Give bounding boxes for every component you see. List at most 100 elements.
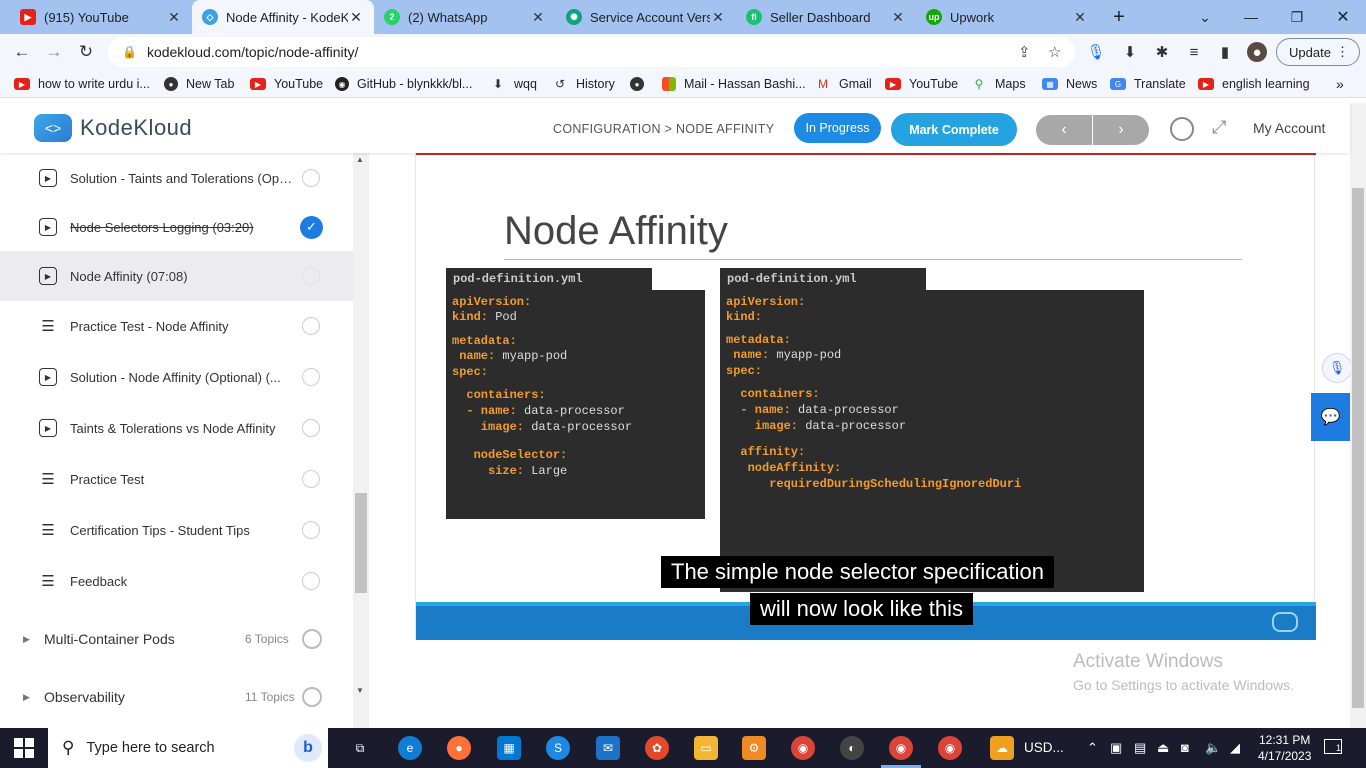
mark-complete-button[interactable]: Mark Complete xyxy=(891,113,1017,146)
profile-avatar[interactable]: ● xyxy=(1247,42,1267,62)
lesson-item[interactable]: ▶ Solution - Node Affinity (Optional) (.… xyxy=(0,352,353,402)
settings-app-icon[interactable]: ⚙ xyxy=(742,736,766,760)
previous-lesson-button[interactable]: ‹ xyxy=(1036,115,1092,145)
puzzle-icon[interactable]: ✱ xyxy=(1152,42,1172,62)
close-icon[interactable]: ✕ xyxy=(710,9,726,26)
back-icon[interactable]: ← xyxy=(8,39,36,65)
firefox-icon[interactable]: ● xyxy=(447,736,471,760)
volume-icon[interactable]: 🔈 xyxy=(1205,740,1221,756)
page-scrollbar[interactable] xyxy=(1350,103,1366,728)
incomplete-circle-icon[interactable] xyxy=(302,572,320,590)
completed-check-icon[interactable]: ✓ xyxy=(300,215,323,239)
kodekloud-logo[interactable]: <> KodeKloud xyxy=(34,114,192,142)
weather-label[interactable]: USD... xyxy=(1024,740,1064,755)
store-icon[interactable]: ▦ xyxy=(497,736,521,760)
bookmark[interactable]: ● New Tab xyxy=(164,76,234,92)
side-panel-icon[interactable]: ▮ xyxy=(1215,42,1235,62)
microphone-icon[interactable]: 🎙 xyxy=(1086,42,1106,62)
bookmark[interactable]: ▶ YouTube xyxy=(250,76,323,92)
voice-assistant-icon[interactable]: 🎙 xyxy=(1322,353,1352,383)
chevron-up-icon[interactable]: ⌃ xyxy=(1087,740,1098,756)
tab-whatsapp[interactable]: 2 (2) WhatsApp ✕ xyxy=(374,0,556,34)
sidebar-scrollbar[interactable]: ▲ ▼ xyxy=(353,153,369,728)
bookmark[interactable]: ⬇ wqq xyxy=(490,76,537,92)
bookmark[interactable]: ● xyxy=(630,76,652,92)
chrome-icon[interactable]: ◉ xyxy=(791,736,815,760)
incomplete-circle-icon[interactable] xyxy=(302,470,320,488)
lesson-item-current[interactable]: ▶ Node Affinity (07:08) xyxy=(0,251,353,301)
close-icon[interactable]: ✕ xyxy=(530,9,546,26)
bookmark[interactable]: ↺ History xyxy=(552,76,615,92)
scroll-thumb[interactable] xyxy=(355,493,367,593)
section-observability[interactable]: ▶ Observability 11 Topics xyxy=(0,677,353,717)
tab-youtube[interactable]: ▶ (915) YouTube ✕ xyxy=(10,0,192,34)
bing-icon[interactable]: b xyxy=(294,734,322,762)
lesson-item[interactable]: ▶ Taints & Tolerations vs Node Affinity xyxy=(0,403,353,453)
lesson-item[interactable]: ☰ Practice Test - Node Affinity xyxy=(0,301,353,351)
obs-icon[interactable]: ◐ xyxy=(840,736,864,760)
bookmark[interactable]: Mail - Hassan Bashi... xyxy=(662,76,806,92)
forward-icon[interactable]: → xyxy=(40,39,68,65)
weather-icon[interactable]: ☁ xyxy=(990,736,1014,760)
window-close-icon[interactable]: ✕ xyxy=(1320,0,1366,34)
download-extension-icon[interactable]: ⬇ xyxy=(1120,42,1140,62)
bookmark[interactable]: ▦ News xyxy=(1042,76,1097,92)
next-lesson-button[interactable]: › xyxy=(1093,115,1149,145)
taskbar-search[interactable]: ⚲ Type here to search b xyxy=(48,728,328,768)
incomplete-circle-icon[interactable] xyxy=(302,521,320,539)
tab-seller-dashboard[interactable]: fi Seller Dashboard ✕ xyxy=(736,0,916,34)
update-button[interactable]: Update ⋮ xyxy=(1276,38,1360,66)
scroll-up-icon[interactable]: ▲ xyxy=(356,155,364,164)
bookmark[interactable]: ⚲ Maps xyxy=(971,76,1026,92)
app-icon[interactable]: ✿ xyxy=(645,736,669,760)
close-icon[interactable]: ✕ xyxy=(1072,9,1088,26)
task-view-icon[interactable]: ⧉ xyxy=(348,736,372,760)
incomplete-circle-icon[interactable] xyxy=(302,368,320,386)
bookmark[interactable]: ◉ GitHub - blynkkk/bl... xyxy=(335,76,472,92)
new-tab-icon[interactable]: + xyxy=(1098,0,1140,34)
lesson-item[interactable]: ▶ Solution - Taints and Tolerations (Opt… xyxy=(0,153,353,203)
scroll-down-icon[interactable]: ▼ xyxy=(356,686,364,695)
incomplete-circle-icon[interactable] xyxy=(302,267,320,285)
display-icon[interactable]: ▤ xyxy=(1134,740,1146,756)
lesson-item[interactable]: ☰ Certification Tips - Student Tips xyxy=(0,505,353,555)
edge-icon[interactable]: e xyxy=(398,736,422,760)
bookmark[interactable]: ▶ YouTube xyxy=(885,76,958,92)
video-player[interactable]: Node Affinity pod-definition.yml apiVers… xyxy=(415,153,1316,640)
close-icon[interactable]: ✕ xyxy=(890,9,906,26)
my-account-link[interactable]: My Account xyxy=(1253,120,1325,136)
section-multi-container-pods[interactable]: ▶ Multi-Container Pods 6 Topics xyxy=(0,619,353,659)
lesson-item[interactable]: ☰ Practice Test xyxy=(0,454,353,504)
incomplete-circle-icon[interactable] xyxy=(302,169,320,187)
bookmark[interactable]: G Translate xyxy=(1110,76,1186,92)
dark-mode-icon[interactable] xyxy=(1170,117,1194,141)
mail-icon[interactable]: ✉ xyxy=(596,736,620,760)
incomplete-circle-icon[interactable] xyxy=(302,317,320,335)
lesson-item[interactable]: ☰ Feedback xyxy=(0,556,353,606)
expand-icon[interactable]: ⤢ xyxy=(1212,117,1226,138)
network-adapter-icon[interactable]: ▣ xyxy=(1110,740,1122,756)
incomplete-circle-icon[interactable] xyxy=(302,687,322,707)
share-icon[interactable]: ⇪ xyxy=(1018,43,1031,61)
page-scroll-thumb[interactable] xyxy=(1352,188,1364,708)
maximize-icon[interactable]: ❐ xyxy=(1274,0,1320,34)
address-bar[interactable]: 🔒 kodekloud.com/topic/node-affinity/ ⇪ ☆ xyxy=(108,37,1075,67)
media-icon[interactable]: ≡ xyxy=(1184,42,1204,62)
tab-upwork[interactable]: up Upwork ✕ xyxy=(916,0,1098,34)
more-bookmarks-icon[interactable]: » xyxy=(1336,76,1344,92)
bookmark[interactable]: ▶ english learning xyxy=(1198,76,1310,92)
skype-icon[interactable]: S xyxy=(546,736,570,760)
bookmark[interactable]: M Gmail xyxy=(815,76,872,92)
tab-kodekloud[interactable]: ◇ Node Affinity - KodeKloud ✕ xyxy=(192,0,374,34)
chrome-profile-icon[interactable]: ◉ xyxy=(889,736,913,760)
status-badge[interactable]: In Progress xyxy=(794,113,881,143)
tab-search-icon[interactable]: ⌄ xyxy=(1182,0,1228,34)
usb-icon[interactable]: ⏏ xyxy=(1157,740,1169,756)
camera-icon[interactable]: ◙ xyxy=(1181,740,1189,755)
incomplete-circle-icon[interactable] xyxy=(302,629,322,649)
star-icon[interactable]: ☆ xyxy=(1048,43,1061,61)
system-clock[interactable]: 12:31 PM 4/17/2023 xyxy=(1258,732,1311,764)
lesson-item[interactable]: ▶ Node Selectors Logging (03:20) ✓ xyxy=(0,202,353,252)
close-icon[interactable]: ✕ xyxy=(348,9,364,26)
bookmark[interactable]: ▶ how to write urdu i... xyxy=(14,76,150,92)
